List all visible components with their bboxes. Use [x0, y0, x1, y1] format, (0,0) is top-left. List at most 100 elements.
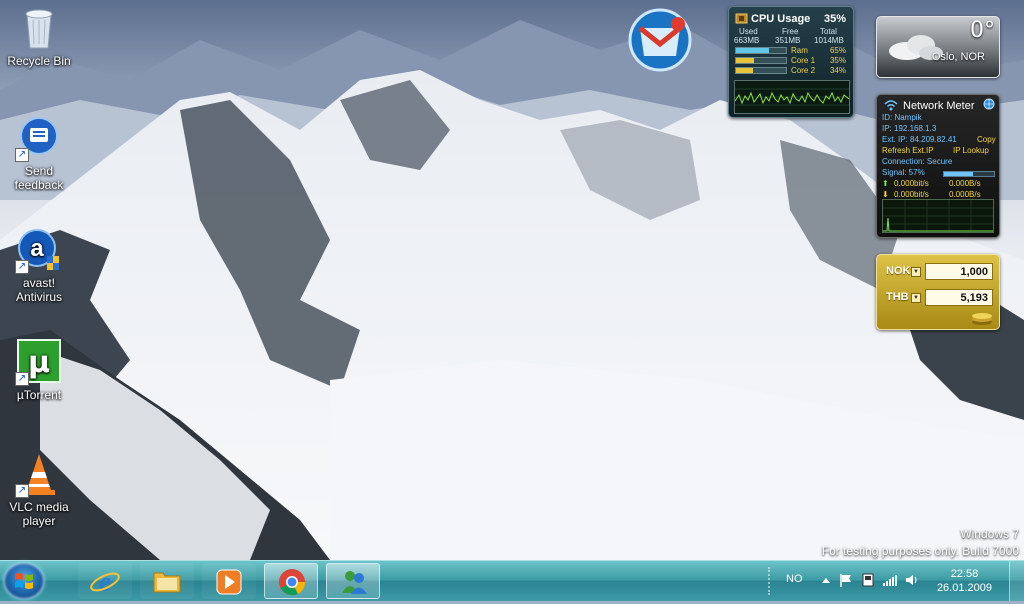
network-connection: Connection: Secure: [882, 157, 953, 166]
desktop: Recycle Bin ↗ Send feedback a ↗ avast! A…: [0, 0, 1024, 560]
recycle-bin-icon: [15, 4, 63, 52]
media-player-icon: [216, 569, 242, 595]
clock-time: 22:58: [950, 568, 979, 580]
shortcut-arrow-icon: ↗: [15, 260, 29, 274]
network-id: ID: Nampik: [882, 113, 922, 122]
tray-gripper-icon: [768, 567, 778, 595]
svg-text:e: e: [99, 567, 111, 596]
upload-bits: 0.000bit/s: [894, 179, 929, 188]
currency-converter-gadget[interactable]: NOK ▼ 1,000 THB ▼ 5,193: [876, 254, 1000, 330]
desktop-icon-send-feedback[interactable]: ↗ Send feedback: [1, 114, 77, 192]
weather-gadget[interactable]: 0° Oslo, NOR: [876, 16, 1000, 78]
download-bits: 0.000bit/s: [894, 190, 929, 199]
windows-version-watermark: Windows 7: [960, 527, 1019, 541]
taskbar-windows-explorer[interactable]: [140, 563, 194, 599]
chrome-icon: [279, 569, 306, 596]
cpu-header-used: Used: [739, 27, 758, 36]
shortcut-arrow-icon: ↗: [15, 372, 29, 386]
network-ext-ip: Ext. IP: 84.209.82.41: [882, 135, 957, 144]
ip-lookup-link[interactable]: IP Lookup: [953, 146, 989, 155]
shortcut-arrow-icon: ↗: [15, 148, 29, 162]
cpu-used-value: 663MB: [734, 36, 760, 45]
utorrent-icon: µ ↗: [15, 338, 63, 386]
from-amount-field[interactable]: 1,000: [925, 263, 993, 280]
language-indicator[interactable]: NO: [786, 573, 803, 585]
messenger-icon: [342, 571, 367, 594]
to-currency-code: THB: [886, 291, 909, 303]
weather-temperature: 0°: [970, 18, 995, 43]
from-currency-dropdown-icon[interactable]: ▼: [911, 267, 921, 277]
volume-speaker-icon[interactable]: [904, 572, 920, 588]
start-button[interactable]: [4, 563, 44, 599]
avast-icon: a ↗: [15, 226, 63, 274]
windows-logo-icon: [15, 573, 33, 589]
desktop-icon-label: avast! Antivirus: [15, 276, 62, 304]
download-bytes: 0.000B/s: [949, 190, 981, 199]
cpu-total-percent: 35%: [823, 13, 846, 25]
notification-area: NO 22:58 26.01.2009: [764, 561, 1024, 601]
from-currency-code: NOK: [886, 265, 911, 277]
ram-label: Ram: [791, 46, 808, 55]
weather-city: Oslo, NOR: [931, 51, 985, 63]
coin-stack-icon: [972, 313, 992, 325]
build-watermark: For testing purposes only. Build 7000: [821, 544, 1019, 558]
show-hidden-icons-arrow-icon[interactable]: [818, 572, 834, 588]
upload-arrow-icon: ⬆: [882, 179, 889, 188]
to-currency-dropdown-icon[interactable]: ▼: [911, 293, 921, 303]
cpu-header-free: Free: [782, 27, 799, 36]
desktop-icon-label: µTorrent: [16, 388, 62, 402]
ram-percent: 65%: [829, 46, 846, 55]
svg-text:a: a: [30, 235, 44, 262]
download-arrow-icon: ⬇: [882, 190, 889, 199]
taskbar-messenger[interactable]: [326, 563, 380, 599]
cpu-chip-icon: [735, 13, 748, 24]
upload-bytes: 0.000B/s: [949, 179, 981, 188]
wallpaper-image: [0, 0, 1024, 560]
cpu-usage-gadget[interactable]: CPU Usage 35% Used Free Total 663MB 351M…: [728, 6, 854, 118]
taskbar: e NO 22:58 26.01.2009: [0, 560, 1024, 601]
internet-explorer-icon: e: [90, 567, 120, 596]
desktop-icon-utorrent[interactable]: µ ↗ µTorrent: [1, 338, 77, 402]
clock-date: 26.01.2009: [936, 582, 992, 594]
ram-bar: [735, 47, 787, 54]
action-center-flag-icon[interactable]: [838, 572, 854, 588]
network-signal: Signal: 57%: [882, 168, 925, 177]
desktop-icon-label: Recycle Bin: [7, 54, 71, 68]
cpu-total-value: 1014MB: [814, 36, 844, 45]
copy-ip-link[interactable]: Copy: [977, 135, 996, 144]
to-amount-field[interactable]: 5,193: [925, 289, 993, 306]
taskbar-chrome[interactable]: [264, 563, 318, 599]
svg-text:µ: µ: [28, 345, 50, 380]
taskbar-internet-explorer[interactable]: e: [78, 563, 132, 599]
show-desktop-button[interactable]: [1009, 561, 1024, 601]
core2-percent: 34%: [829, 66, 846, 75]
desktop-icon-recycle-bin[interactable]: Recycle Bin: [1, 4, 77, 68]
network-meter-gadget[interactable]: Network Meter ID: Nampik IP: 192.168.1.3…: [876, 94, 1000, 238]
cpu-header-total: Total: [820, 27, 837, 36]
core1-percent: 35%: [829, 56, 846, 65]
desktop-icon-avast[interactable]: a ↗ avast! Antivirus: [1, 226, 77, 304]
globe-icon: [983, 98, 995, 110]
refresh-ext-ip-link[interactable]: Refresh Ext.IP: [882, 146, 934, 155]
network-ip: IP: 192.168.1.3: [882, 124, 937, 133]
desktop-icon-label: Send feedback: [14, 164, 64, 192]
cpu-free-value: 351MB: [775, 36, 801, 45]
cpu-history-graph: [734, 80, 850, 114]
folder-icon: [153, 572, 181, 593]
core2-bar: [735, 67, 787, 74]
shortcut-arrow-icon: ↗: [15, 484, 29, 498]
signal-bar: [943, 171, 995, 177]
core2-label: Core 2: [791, 66, 816, 75]
wifi-icon: [884, 100, 898, 111]
vlc-cone-icon: ↗: [15, 450, 63, 498]
desktop-icon-vlc[interactable]: ↗ VLC media player: [1, 450, 77, 528]
cpu-gadget-title: CPU Usage: [751, 13, 811, 25]
core1-bar: [735, 57, 787, 64]
taskbar-clock[interactable]: 22:58 26.01.2009: [937, 567, 992, 595]
mail-app-icon[interactable]: [626, 6, 694, 74]
core1-label: Core 1: [791, 56, 816, 65]
desktop-icon-label: VLC media player: [9, 500, 69, 528]
network-signal-icon[interactable]: [882, 572, 898, 588]
hardware-device-icon[interactable]: [860, 572, 876, 588]
taskbar-media-player[interactable]: [202, 563, 256, 599]
